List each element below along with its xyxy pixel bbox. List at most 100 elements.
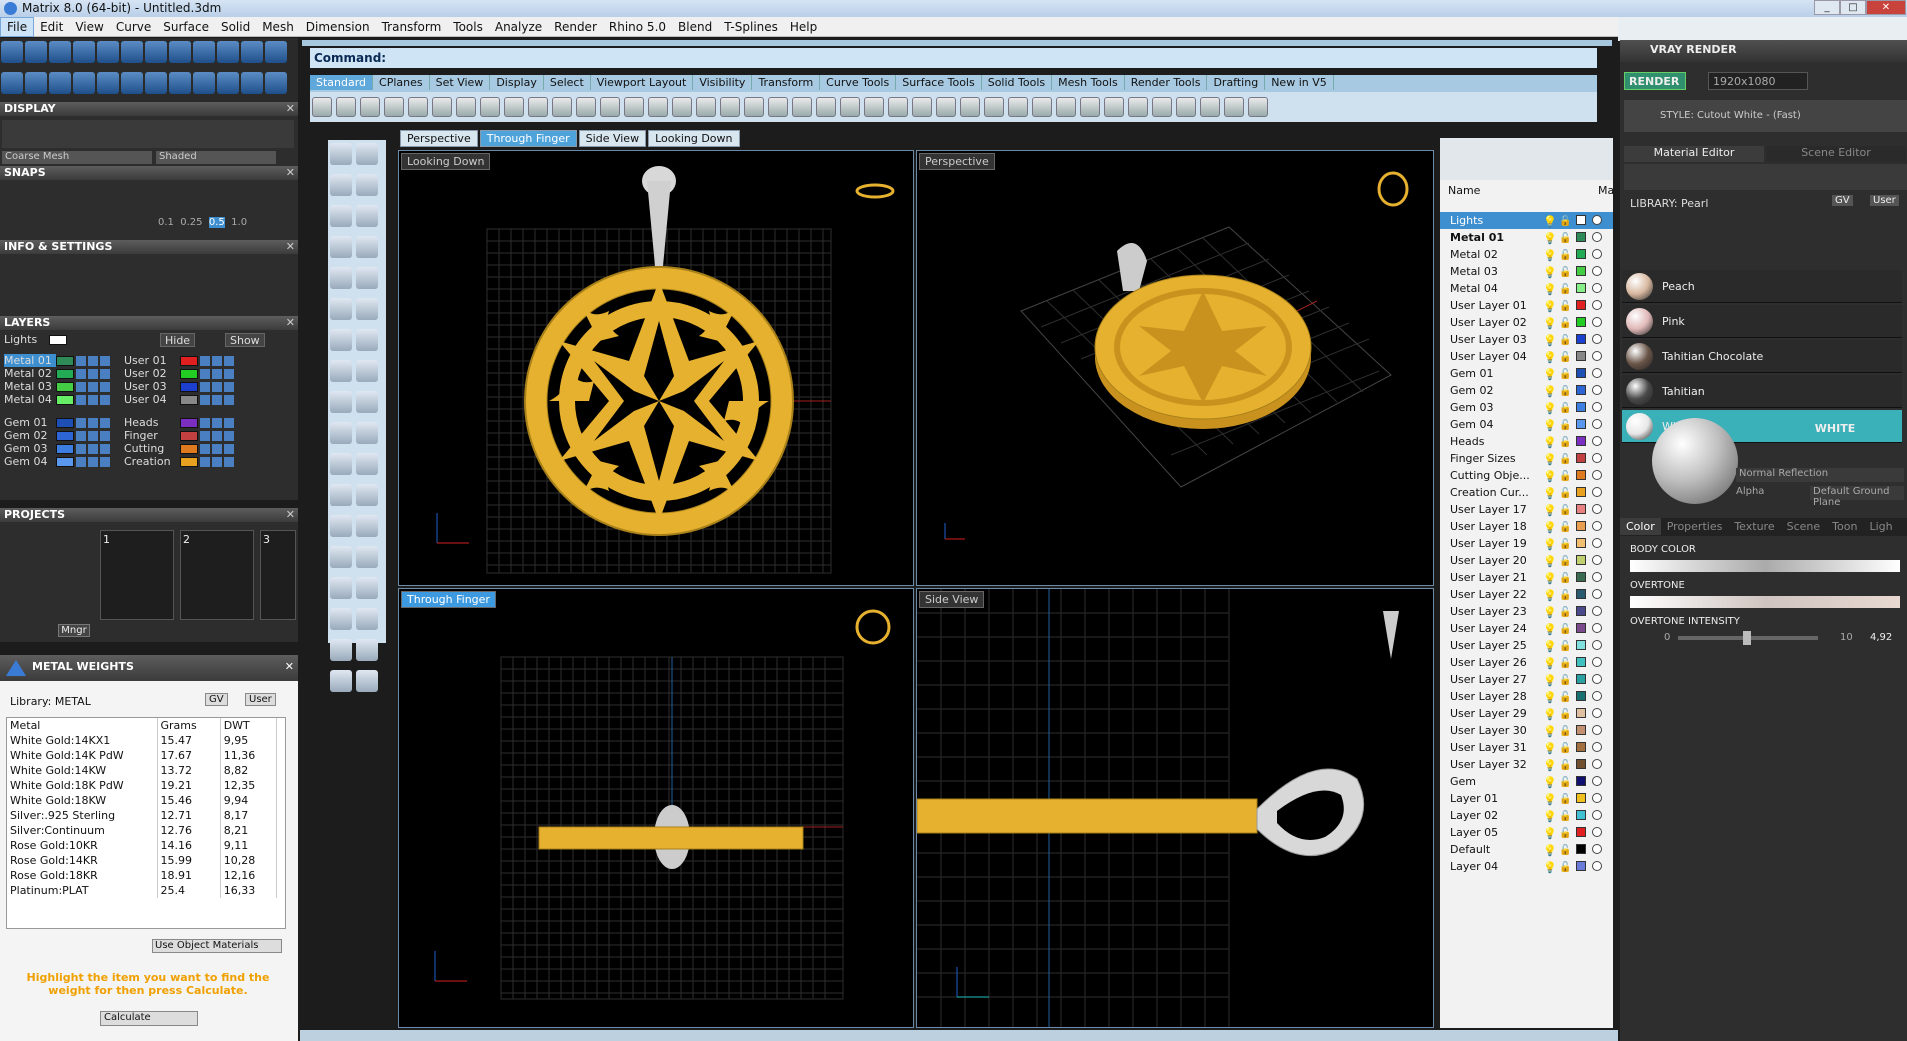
layer-row[interactable]: Finger <box>124 429 234 443</box>
layer-list-item[interactable]: User Layer 27 💡 🔓 <box>1440 671 1613 688</box>
color-swatch[interactable] <box>180 369 198 379</box>
toolbar-icon[interactable] <box>408 97 428 117</box>
toolbar-icon[interactable] <box>1104 97 1124 117</box>
visibility-bulb-icon[interactable]: 💡 <box>1543 757 1557 774</box>
color-swatch[interactable] <box>56 444 74 454</box>
tool-icon[interactable] <box>330 670 352 692</box>
color-swatch[interactable] <box>1576 334 1586 344</box>
visibility-bulb-icon[interactable]: 💡 <box>1543 451 1557 468</box>
color-swatch[interactable] <box>1576 793 1586 803</box>
render-button[interactable]: RENDER <box>1624 72 1686 90</box>
tool-icon[interactable] <box>330 639 352 661</box>
color-swatch[interactable] <box>56 457 74 467</box>
visibility-bulb-icon[interactable]: 💡 <box>1543 740 1557 757</box>
menu-item[interactable]: Tools <box>447 18 489 36</box>
color-swatch[interactable] <box>1576 436 1586 446</box>
layer-list-item[interactable]: Default 💡 🔓 <box>1440 841 1613 858</box>
column-header[interactable]: DWT <box>220 718 278 733</box>
lock-icon[interactable]: 🔓 <box>1559 247 1571 264</box>
gv-toggle[interactable]: GV <box>1832 195 1853 206</box>
layer-list-item[interactable]: Creation Cur... 💡 🔓 <box>1440 484 1613 501</box>
toolbar-icon[interactable] <box>864 97 884 117</box>
layer-state-icon[interactable] <box>200 444 210 454</box>
layer-state-icon[interactable] <box>76 457 86 467</box>
toolbar-icon[interactable] <box>1248 97 1268 117</box>
material-radio[interactable] <box>1592 453 1602 463</box>
normal-reflection[interactable]: Normal Reflection <box>1736 468 1904 482</box>
layer-state-icon[interactable] <box>200 431 210 441</box>
tool-icon[interactable] <box>121 72 143 94</box>
visibility-bulb-icon[interactable]: 💡 <box>1543 332 1557 349</box>
intensity-value[interactable]: 4,92 <box>1870 632 1892 643</box>
layer-row[interactable]: Heads <box>124 416 234 430</box>
material-radio[interactable] <box>1592 861 1602 871</box>
visibility-bulb-icon[interactable]: 💡 <box>1543 247 1557 264</box>
tool-icon[interactable] <box>356 298 378 320</box>
color-swatch[interactable] <box>1576 810 1586 820</box>
layer-state-icon[interactable] <box>88 431 98 441</box>
column-header[interactable]: Metal <box>7 718 158 733</box>
viewport-looking-down[interactable]: Looking Down <box>398 150 914 586</box>
lock-icon[interactable]: 🔓 <box>1559 570 1571 587</box>
layer-state-icon[interactable] <box>100 418 110 428</box>
table-row[interactable]: Silver:.925 Sterling 12.71 8,17 <box>7 808 278 823</box>
layer-list-item[interactable]: User Layer 18 💡 🔓 <box>1440 518 1613 535</box>
layer-state-icon[interactable] <box>224 395 234 405</box>
color-swatch[interactable] <box>1576 776 1586 786</box>
layer-row[interactable]: Gem 04 <box>4 455 110 469</box>
tool-icon[interactable] <box>356 329 378 351</box>
color-swatch[interactable] <box>56 395 74 405</box>
layer-state-icon[interactable] <box>200 369 210 379</box>
tool-icon[interactable] <box>241 72 263 94</box>
tab-scene-editor[interactable]: Scene Editor <box>1766 146 1906 162</box>
tool-icon[interactable] <box>169 41 191 63</box>
close-button[interactable]: ✕ <box>1866 0 1906 15</box>
tool-icon[interactable] <box>356 236 378 258</box>
material-radio[interactable] <box>1592 419 1602 429</box>
minimize-button[interactable]: _ <box>1814 0 1840 15</box>
material-radio[interactable] <box>1592 572 1602 582</box>
layer-list-item[interactable]: Gem 02 💡 🔓 <box>1440 382 1613 399</box>
material-radio[interactable] <box>1592 266 1602 276</box>
tool-icon[interactable] <box>330 267 352 289</box>
use-object-materials-checkbox[interactable]: Use Object Materials <box>152 939 282 953</box>
tool-icon[interactable] <box>145 72 167 94</box>
visibility-bulb-icon[interactable]: 💡 <box>1543 213 1557 230</box>
layer-state-icon[interactable] <box>100 457 110 467</box>
lock-icon[interactable]: 🔓 <box>1559 315 1571 332</box>
toolbar-icon[interactable] <box>312 97 332 117</box>
lock-icon[interactable]: 🔓 <box>1559 723 1571 740</box>
visibility-bulb-icon[interactable]: 💡 <box>1543 315 1557 332</box>
layer-state-icon[interactable] <box>212 418 222 428</box>
layer-list-item[interactable]: Layer 05 💡 🔓 <box>1440 824 1613 841</box>
material-radio[interactable] <box>1592 844 1602 854</box>
menu-item[interactable]: Dimension <box>300 18 376 36</box>
color-swatch[interactable] <box>56 382 74 392</box>
visibility-bulb-icon[interactable]: 💡 <box>1543 825 1557 842</box>
layer-state-icon[interactable] <box>100 431 110 441</box>
property-tab[interactable]: Texture <box>1728 518 1780 535</box>
material-radio[interactable] <box>1592 810 1602 820</box>
close-icon[interactable]: ✕ <box>286 166 295 180</box>
tool-icon[interactable] <box>330 608 352 630</box>
style-select[interactable]: STYLE: Cutout White - (Fast) <box>1624 100 1907 132</box>
lock-icon[interactable]: 🔓 <box>1559 400 1571 417</box>
visibility-bulb-icon[interactable]: 💡 <box>1543 689 1557 706</box>
layer-state-icon[interactable] <box>88 382 98 392</box>
layer-list-item[interactable]: User Layer 30 💡 🔓 <box>1440 722 1613 739</box>
visibility-bulb-icon[interactable]: 💡 <box>1543 706 1557 723</box>
tool-icon[interactable] <box>356 422 378 444</box>
color-swatch[interactable] <box>180 444 198 454</box>
snap-value[interactable]: 0.5 <box>208 217 225 228</box>
close-icon[interactable]: ✕ <box>286 102 295 116</box>
lock-icon[interactable]: 🔓 <box>1559 808 1571 825</box>
material-radio[interactable] <box>1592 368 1602 378</box>
lock-icon[interactable]: 🔓 <box>1559 842 1571 859</box>
color-swatch[interactable] <box>56 369 74 379</box>
toolbar-icon[interactable] <box>504 97 524 117</box>
menu-item[interactable]: T-Splines <box>718 18 784 36</box>
color-swatch[interactable] <box>1576 521 1586 531</box>
tool-icon[interactable] <box>1 41 23 63</box>
color-swatch[interactable] <box>1576 623 1586 633</box>
layer-row[interactable]: Gem 03 <box>4 442 110 456</box>
